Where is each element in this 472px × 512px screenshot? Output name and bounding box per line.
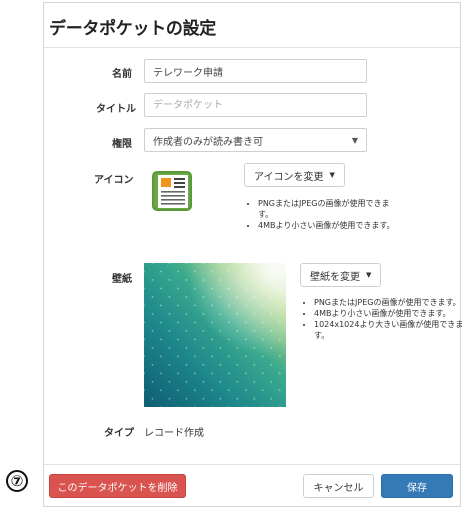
marker-7: ⑦	[6, 470, 28, 492]
change-wallpaper-label: 壁紙を変更	[310, 271, 360, 283]
dialog-title: データポケットの設定	[49, 19, 216, 39]
save-button[interactable]: 保存	[381, 474, 453, 498]
title-label: タイトル	[96, 104, 136, 115]
footer-divider	[44, 464, 460, 465]
change-icon-label: アイコンを変更	[254, 171, 324, 183]
type-label: タイプ	[104, 428, 134, 439]
wallpaper-image	[144, 263, 286, 407]
chevron-down-icon: ▼	[351, 135, 358, 145]
permission-selected: 作成者のみが読み書き可	[153, 136, 263, 148]
wallpaper-label: 壁紙	[112, 274, 132, 285]
name-input[interactable]	[144, 59, 367, 83]
wallpaper-notes: PNGまたはJPEGの画像が使用できます。 4MBより小さい画像が使用できます。…	[300, 297, 464, 341]
title-divider	[44, 47, 460, 48]
type-value: レコード作成	[144, 428, 204, 439]
change-wallpaper-button[interactable]: 壁紙を変更 ▼	[300, 263, 382, 287]
list-item: 4MBより小さい画像が使用できます。	[314, 308, 464, 319]
title-input[interactable]	[144, 93, 367, 117]
icon-notes: PNGまたはJPEGの画像が使用できます。 4MBより小さい画像が使用できます。	[244, 198, 398, 231]
permission-select[interactable]: 作成者のみが読み書き可 ▼	[144, 128, 367, 152]
icon-label: アイコン	[94, 175, 134, 186]
list-item: PNGまたはJPEGの画像が使用できます。	[314, 297, 464, 308]
caret-down-icon: ▼	[329, 171, 335, 179]
delete-datapocket-button[interactable]: このデータポケットを削除	[49, 474, 186, 498]
list-item: 4MBより小さい画像が使用できます。	[258, 220, 398, 231]
change-icon-button[interactable]: アイコンを変更 ▼	[244, 163, 345, 187]
document-icon	[152, 171, 192, 211]
name-label: 名前	[112, 69, 132, 80]
cancel-button[interactable]: キャンセル	[303, 474, 374, 498]
permission-label: 権限	[112, 139, 132, 150]
list-item: PNGまたはJPEGの画像が使用できます。	[258, 198, 398, 220]
caret-down-icon: ▼	[366, 271, 372, 279]
list-item: 1024x1024より大きい画像が使用できます。	[314, 319, 464, 341]
